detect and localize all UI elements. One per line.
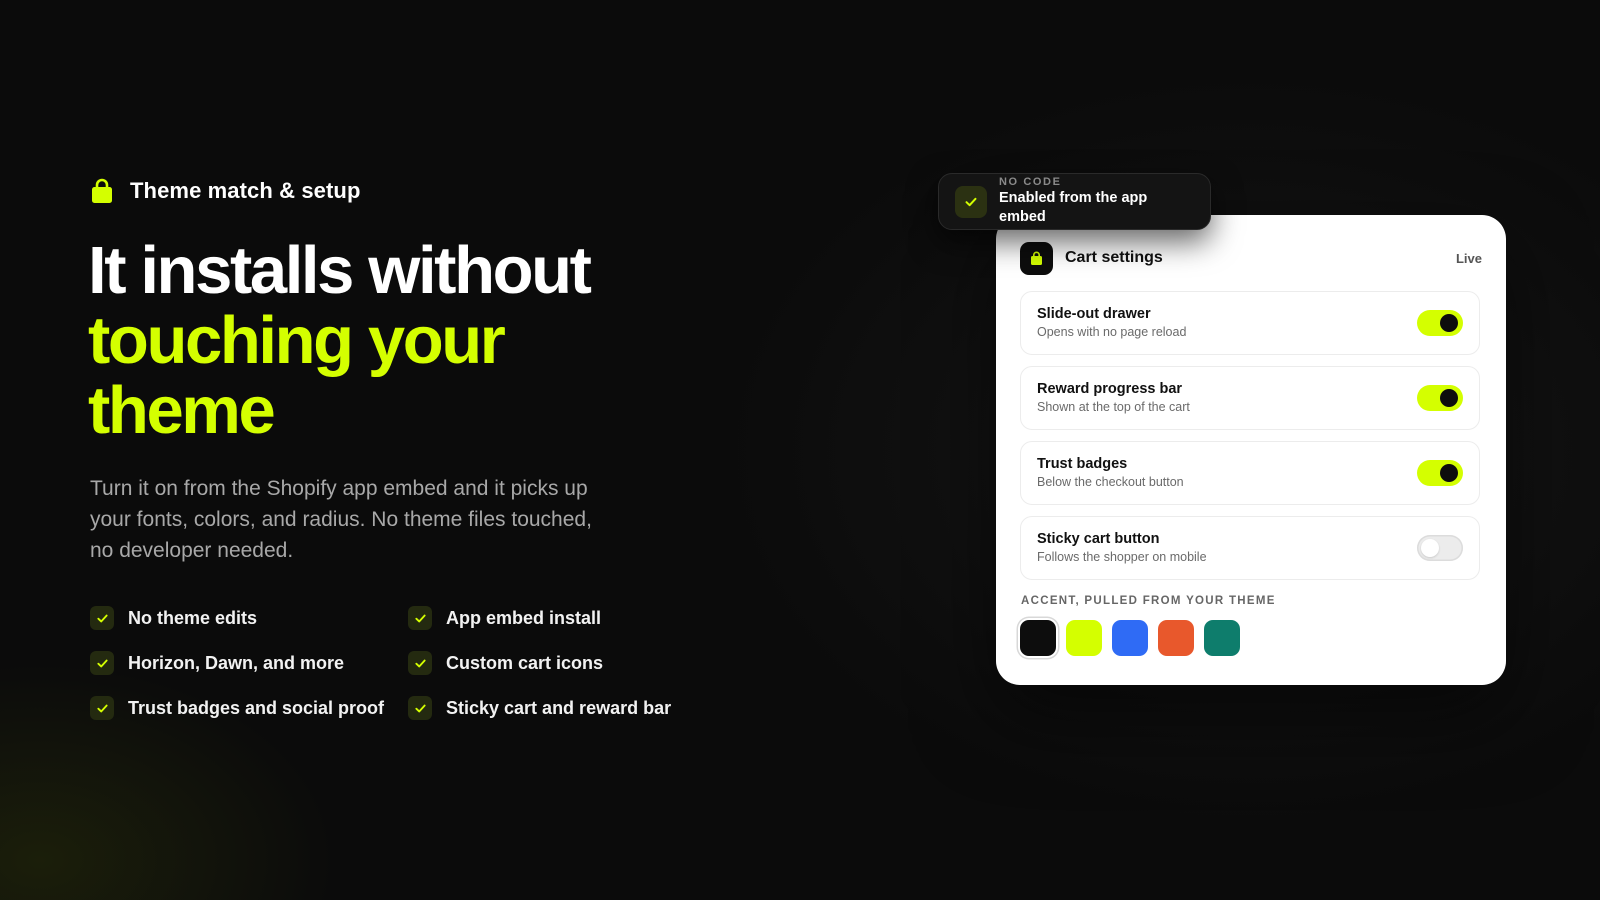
trust-badges-toggle[interactable] (1417, 460, 1463, 486)
card-title: Cart settings (1065, 249, 1163, 266)
accent-swatch-lime[interactable] (1066, 620, 1102, 656)
page-title: It installs without touching your theme (88, 236, 728, 446)
feature-label: Trust badges and social proof (128, 697, 385, 718)
setting-title: Slide-out drawer (1037, 306, 1151, 322)
check-icon (90, 696, 114, 720)
setting-title: Trust badges (1037, 456, 1128, 472)
feature-item: Sticky cart and reward bar (408, 696, 688, 720)
feature-item: Custom cart icons (408, 651, 688, 675)
headline-line-1: It installs without (88, 233, 592, 308)
feature-label: Sticky cart and reward bar (446, 697, 672, 718)
setting-row-slide-out-drawer: Slide-out drawer Opens with no page relo… (1020, 291, 1480, 355)
feature-item: No theme edits (90, 606, 408, 630)
accent-swatch-orange[interactable] (1158, 620, 1194, 656)
accent-swatches (1020, 620, 1240, 656)
setting-subtitle: Follows the shopper on mobile (1037, 550, 1207, 564)
eyebrow: Theme match & setup (90, 178, 361, 204)
feature-label: Horizon, Dawn, and more (128, 652, 345, 673)
check-icon (408, 696, 432, 720)
toggle-knob (1440, 314, 1458, 332)
check-icon (90, 651, 114, 675)
setting-text: Trust badges Below the checkout button (1037, 455, 1184, 491)
setting-title: Reward progress bar (1037, 381, 1183, 397)
feature-label: Custom cart icons (446, 652, 604, 673)
reward-progress-bar-toggle[interactable] (1417, 385, 1463, 411)
setting-text: Slide-out drawer Opens with no page relo… (1037, 305, 1186, 341)
eyebrow-label: Theme match & setup (130, 178, 361, 203)
check-icon (90, 606, 114, 630)
setting-row-sticky-cart-button: Sticky cart button Follows the shopper o… (1020, 516, 1480, 580)
feature-item: Trust badges and social proof (90, 696, 408, 720)
check-icon (408, 651, 432, 675)
accent-label: ACCENT, PULLED FROM YOUR THEME (1021, 595, 1276, 607)
headline-line-2: touching your (88, 303, 506, 378)
setting-subtitle: Below the checkout button (1037, 475, 1184, 489)
feature-label: No theme edits (128, 607, 258, 628)
setting-text: Sticky cart button Follows the shopper o… (1037, 530, 1207, 566)
feature-list: No theme edits App embed install Horizon… (90, 606, 688, 720)
setting-subtitle: Opens with no page reload (1037, 325, 1187, 339)
toggle-knob (1440, 464, 1458, 482)
card-header: Cart settings Live (1020, 241, 1482, 275)
setting-row-reward-progress-bar: Reward progress bar Shown at the top of … (1020, 366, 1480, 430)
setting-text: Reward progress bar Shown at the top of … (1037, 380, 1190, 416)
settings-list: Slide-out drawer Opens with no page relo… (1020, 291, 1480, 591)
toggle-knob (1421, 539, 1439, 557)
slide-out-drawer-toggle[interactable] (1417, 310, 1463, 336)
check-icon (408, 606, 432, 630)
accent-swatch-teal[interactable] (1204, 620, 1240, 656)
accent-swatch-black[interactable] (1020, 620, 1056, 656)
no-code-badge: NO CODE Enabled from the app embed (938, 173, 1211, 230)
feature-label: App embed install (446, 607, 602, 628)
feature-item: Horizon, Dawn, and more (90, 651, 408, 675)
shopping-bag-icon (92, 178, 112, 203)
headline-line-3: theme (88, 373, 276, 448)
setting-row-trust-badges: Trust badges Below the checkout button (1020, 441, 1480, 505)
toggle-knob (1440, 389, 1458, 407)
cart-settings-card: Cart settings Live Slide-out drawer Open… (996, 215, 1506, 685)
subtitle: Turn it on from the Shopify app embed an… (90, 477, 592, 562)
sticky-cart-button-toggle[interactable] (1417, 535, 1463, 561)
badge-text: NO CODE Enabled from the app embed (999, 176, 1194, 227)
badge-title: Enabled from the app embed (999, 190, 1148, 225)
setting-subtitle: Shown at the top of the cart (1037, 400, 1190, 414)
page: Theme match & setup It installs without … (0, 0, 1600, 900)
badge-kicker: NO CODE (999, 176, 1062, 188)
check-icon (955, 185, 987, 218)
status-badge: Live (1455, 250, 1482, 266)
feature-item: App embed install (408, 606, 688, 630)
shopping-bag-icon (1020, 241, 1053, 275)
accent-swatch-blue[interactable] (1112, 620, 1148, 656)
setting-title: Sticky cart button (1037, 531, 1160, 547)
